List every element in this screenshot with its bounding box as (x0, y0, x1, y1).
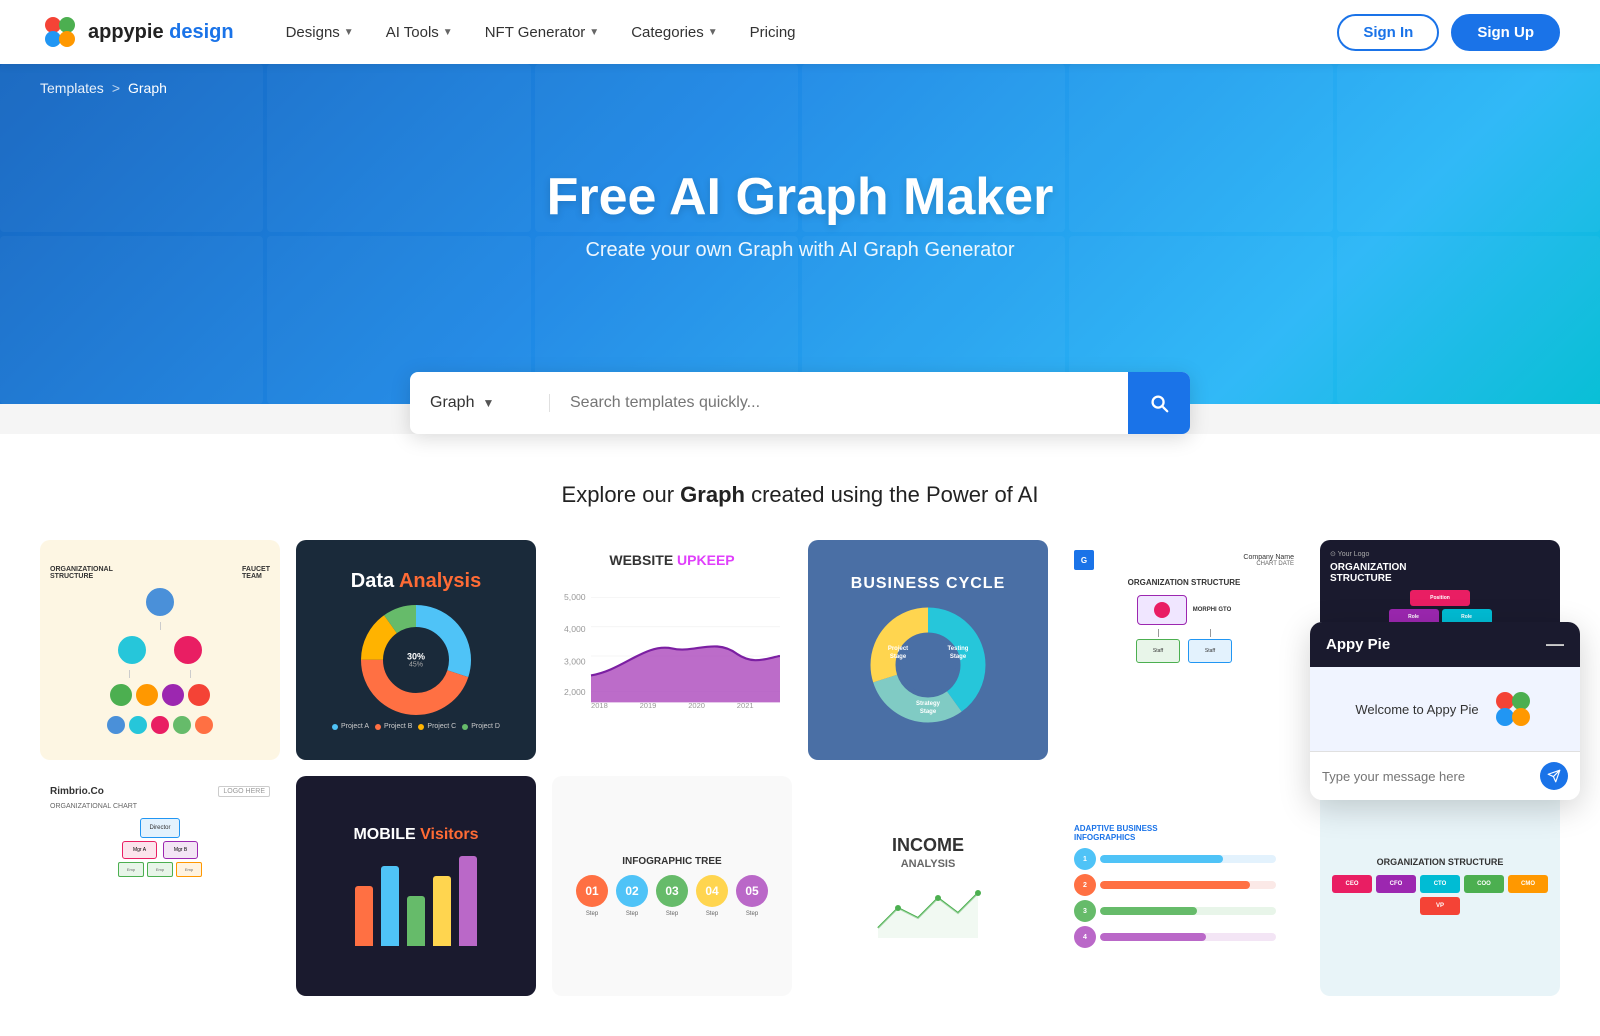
org-blue-header: G Company Name CHART DATE (1074, 550, 1294, 570)
svg-text:Stage: Stage (950, 654, 967, 660)
template-card-infographic-tree[interactable]: INFOGRAPHIC TREE 01 Step 02 Step 03 Step (552, 776, 792, 996)
template-card-org-blue[interactable]: G Company Name CHART DATE ORGANIZATION S… (1064, 540, 1304, 760)
nav-nft-generator[interactable]: NFT Generator ▼ (473, 16, 612, 49)
mobile-visitors-title: MOBILE Visitors (353, 826, 478, 844)
template-card-rimbrio[interactable]: Rimbrio.Co LOGO HERE ORGANIZATIONAL CHAR… (40, 776, 280, 996)
income-subtitle: ANALYSIS (901, 858, 956, 870)
breadcrumb-current: Graph (128, 80, 167, 96)
hero-subtitle: Create your own Graph with AI Graph Gene… (585, 239, 1014, 262)
nav-categories[interactable]: Categories ▼ (619, 16, 729, 49)
template-card-org-structure[interactable]: ORGANIZATIONALSTRUCTURE FAUCETTEAM (40, 540, 280, 760)
svg-text:Testing: Testing (948, 646, 969, 652)
svg-text:2,000: 2,000 (564, 687, 586, 697)
chat-appy-logo (1491, 687, 1535, 731)
org-colorful-title: ORGANIZATIONSTRUCTURE (1330, 562, 1550, 584)
pie-chart: 30% 45% (361, 605, 471, 715)
chevron-down-icon: ▼ (344, 27, 354, 38)
signin-button[interactable]: Sign In (1337, 14, 1439, 51)
svg-text:Stage: Stage (920, 709, 937, 715)
send-icon (1547, 769, 1561, 783)
breadcrumb-separator: > (112, 80, 120, 96)
chat-close-button[interactable]: — (1546, 634, 1564, 655)
website-upkeep-title: WEBSITE UPKEEP (609, 552, 734, 568)
chat-widget: Appy Pie — Welcome to Appy Pie (1310, 622, 1580, 800)
svg-text:2021: 2021 (737, 701, 754, 708)
chat-input-area (1310, 751, 1580, 800)
nav-pricing[interactable]: Pricing (738, 16, 808, 49)
svg-text:4,000: 4,000 (564, 624, 586, 634)
org-colorful-logo: ⊙ Your Logo (1330, 550, 1550, 558)
hero-background (0, 64, 1600, 404)
search-category-label: Graph (430, 394, 474, 412)
svg-text:5,000: 5,000 (564, 592, 586, 602)
income-title: INCOME (892, 835, 964, 856)
chat-header: Appy Pie — (1310, 622, 1580, 667)
chevron-down-icon: ▼ (708, 27, 718, 38)
svg-text:3,000: 3,000 (564, 657, 586, 667)
chat-welcome-text: Welcome to Appy Pie (1355, 702, 1478, 717)
chat-input[interactable] (1322, 769, 1540, 784)
chevron-down-icon: ▼ (482, 396, 494, 410)
section-title: Explore our Graph created using the Powe… (40, 482, 1560, 508)
logo[interactable]: appypie design (40, 12, 234, 52)
template-card-business-cycle[interactable]: BUSINESS CYCLE Project Stage Testing (808, 540, 1048, 760)
search-category-dropdown[interactable]: Graph ▼ (410, 394, 550, 412)
template-card-income-analysis[interactable]: INCOME ANALYSIS (808, 776, 1048, 996)
nav-buttons: Sign In Sign Up (1337, 14, 1560, 51)
donut-chart: Project Stage Testing Stage Strategy Sta… (868, 605, 988, 725)
chevron-down-icon: ▼ (443, 27, 453, 38)
template-card-adaptive-biz[interactable]: ADAPTIVE BUSINESSINFOGRAPHICS 1 2 (1064, 776, 1304, 996)
nav-links: Designs ▼ AI Tools ▼ NFT Generator ▼ Cat… (274, 16, 1338, 49)
chat-send-button[interactable] (1540, 762, 1568, 790)
logo-icon (40, 12, 80, 52)
svg-text:Strategy: Strategy (916, 701, 941, 707)
template-card-website-upkeep[interactable]: WEBSITE UPKEEP 5,000 4,000 3,000 2,000 (552, 540, 792, 760)
svg-text:2018: 2018 (591, 701, 608, 708)
org-header: ORGANIZATIONALSTRUCTURE FAUCETTEAM (50, 566, 270, 580)
logo-text: appypie design (88, 21, 234, 44)
data-analysis-title: Data Analysis (351, 570, 481, 593)
search-bar: Graph ▼ (410, 372, 1190, 434)
search-icon (1148, 392, 1170, 414)
template-card-bottom-last[interactable]: ORGANIZATION STRUCTURE CEO CFO CTO COO C… (1320, 776, 1560, 996)
navbar: appypie design Designs ▼ AI Tools ▼ NFT … (0, 0, 1600, 64)
template-card-data-analysis[interactable]: Data Analysis 30% 45% (296, 540, 536, 760)
hero-title: Free AI Graph Maker (547, 167, 1054, 227)
template-card-mobile-visitors[interactable]: MOBILE Visitors (296, 776, 536, 996)
org-nodes (50, 588, 270, 734)
svg-text:2020: 2020 (688, 701, 705, 708)
search-button[interactable] (1128, 372, 1190, 434)
breadcrumb: Templates > Graph (40, 80, 167, 96)
svg-text:Project: Project (888, 646, 908, 652)
chevron-down-icon: ▼ (589, 27, 599, 38)
nav-designs[interactable]: Designs ▼ (274, 16, 366, 49)
pie-legend: Project A Project B Project C Project D (332, 723, 500, 730)
breadcrumb-templates[interactable]: Templates (40, 80, 104, 96)
bar-chart (355, 856, 477, 946)
business-cycle-title: BUSINESS CYCLE (851, 575, 1005, 593)
hero-section: Templates > Graph Free AI Graph Maker Cr… (0, 64, 1600, 404)
signup-button[interactable]: Sign Up (1451, 14, 1560, 51)
search-container: Graph ▼ (0, 372, 1600, 434)
svg-text:Stage: Stage (890, 654, 907, 660)
area-chart: 5,000 4,000 3,000 2,000 2018 2019 2020 (564, 578, 780, 708)
chat-body: Welcome to Appy Pie (1310, 667, 1580, 751)
bottom-template-grid: Rimbrio.Co LOGO HERE ORGANIZATIONAL CHAR… (40, 776, 1560, 996)
search-input[interactable] (550, 394, 1128, 412)
svg-text:2019: 2019 (640, 701, 657, 708)
nav-ai-tools[interactable]: AI Tools ▼ (374, 16, 465, 49)
chat-title: Appy Pie (1326, 636, 1390, 653)
